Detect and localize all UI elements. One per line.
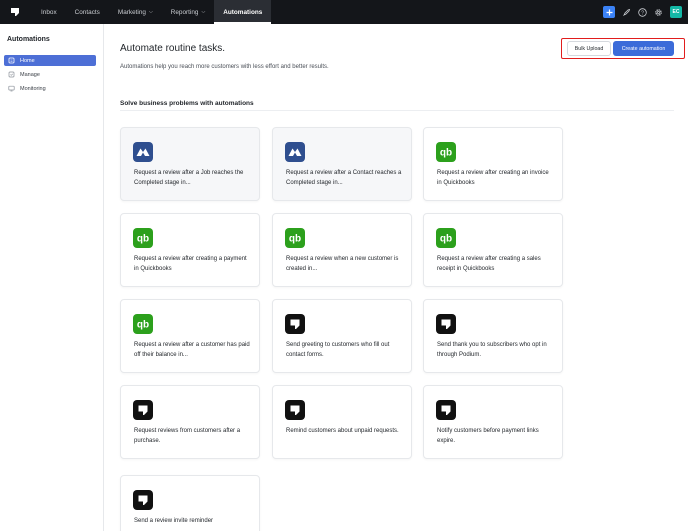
section-title: Solve business problems with automations (120, 100, 254, 107)
automation-card-label: Send greeting to customers who fill out … (286, 342, 390, 358)
sidebar-title: Automations (7, 36, 50, 43)
podium-icon (285, 400, 305, 420)
automation-card[interactable]: Request reviews from customers after a p… (120, 385, 260, 459)
automation-card[interactable]: Send greeting to customers who fill out … (272, 299, 412, 373)
automation-card[interactable]: Request a review after a Job reaches the… (120, 127, 260, 201)
automation-card-label: Request a review after a Contact reaches… (286, 170, 402, 186)
nav-automations[interactable]: Automations (214, 0, 272, 24)
sidebar-item-manage[interactable]: Manage (4, 69, 96, 80)
automation-card-label: Request a review after a Job reaches the… (134, 170, 244, 186)
automation-card[interactable]: qb Request a review after a customer has … (120, 299, 260, 373)
podium-logo-icon[interactable] (10, 7, 20, 17)
nav-inbox[interactable]: Inbox (32, 0, 66, 24)
automation-card-label: Request a review after creating an invoi… (437, 170, 549, 186)
automation-card-label: Request reviews from customers after a p… (134, 428, 241, 444)
section-divider (120, 110, 674, 111)
svg-text:qb: qb (440, 234, 452, 245)
top-nav: Inbox Contacts Marketing ⌵ Reporting ⌵ Aut… (0, 0, 688, 24)
automation-card[interactable]: Send a review invite reminder (120, 475, 260, 531)
svg-text:qb: qb (137, 320, 149, 331)
quickbooks-icon: qb (436, 228, 456, 248)
quickbooks-icon: qb (133, 228, 153, 248)
automation-card[interactable]: Request a review after a Contact reaches… (272, 127, 412, 201)
automation-card[interactable]: Notify customers before payment links ex… (423, 385, 563, 459)
home-icon (8, 57, 15, 64)
nav-reporting[interactable]: Reporting ⌵ (162, 0, 215, 24)
svg-text:?: ? (641, 10, 644, 16)
nav-actions: ? EC (603, 6, 682, 18)
svg-text:qb: qb (440, 148, 452, 159)
podium-icon (436, 400, 456, 420)
create-automation-button[interactable]: Create automation (613, 41, 674, 56)
podium-icon (436, 314, 456, 334)
sidebar: Automations Home Manage Monitoring (0, 24, 104, 531)
automation-card-label: Request a review after a customer has pa… (134, 342, 250, 358)
automation-card-label: Request a review when a new customer is … (286, 256, 399, 272)
sidebar-item-monitoring[interactable]: Monitoring (4, 83, 96, 94)
automation-card[interactable]: qb Request a review after creating a sale… (423, 213, 563, 287)
quickbooks-icon: qb (133, 314, 153, 334)
monitoring-icon (8, 85, 15, 92)
automation-card[interactable]: qb Request a review after creating an inv… (423, 127, 563, 201)
jobber-icon (285, 142, 305, 162)
main-content: Automate routine tasks. Automations help… (104, 24, 688, 531)
nav-contacts[interactable]: Contacts (66, 0, 109, 24)
automation-card[interactable]: Send thank you to subscribers who opt in… (423, 299, 563, 373)
quickbooks-icon: qb (285, 228, 305, 248)
plus-icon (606, 9, 612, 15)
automation-card-label: Remind customers about unpaid requests. (286, 428, 399, 434)
automation-card[interactable]: Remind customers about unpaid requests. (272, 385, 412, 459)
manage-icon (8, 71, 15, 78)
automation-card-label: Request a review after creating a sales … (437, 256, 541, 272)
automation-card-label: Send thank you to subscribers who opt in… (437, 342, 547, 358)
chevron-down-icon: ⌵ (201, 9, 206, 15)
podium-icon (285, 314, 305, 334)
bulk-upload-button[interactable]: Bulk Upload (567, 41, 611, 56)
automation-card-label: Send a review invite reminder (134, 518, 214, 524)
avatar[interactable]: EC (670, 6, 682, 18)
podium-icon (133, 490, 153, 510)
podium-icon (133, 400, 153, 420)
svg-text:qb: qb (137, 234, 149, 245)
rocket-icon[interactable] (622, 8, 631, 17)
page-title: Automate routine tasks. (120, 43, 226, 54)
automation-card[interactable]: qb Request a review after creating a paym… (120, 213, 260, 287)
svg-text:qb: qb (289, 234, 301, 245)
chevron-down-icon: ⌵ (148, 9, 153, 15)
automation-card-label: Notify customers before payment links ex… (437, 428, 539, 444)
automation-card[interactable]: qb Request a review when a new customer i… (272, 213, 412, 287)
sidebar-item-home[interactable]: Home (4, 55, 96, 66)
nav-marketing[interactable]: Marketing ⌵ (109, 0, 162, 24)
help-icon[interactable]: ? (638, 7, 647, 17)
quickbooks-icon: qb (436, 142, 456, 162)
jobber-icon (133, 142, 153, 162)
page-subtitle: Automations help you reach more customer… (120, 64, 329, 70)
gear-icon[interactable] (654, 8, 663, 17)
add-button[interactable] (603, 6, 615, 18)
automation-card-label: Request a review after creating a paymen… (134, 256, 247, 272)
